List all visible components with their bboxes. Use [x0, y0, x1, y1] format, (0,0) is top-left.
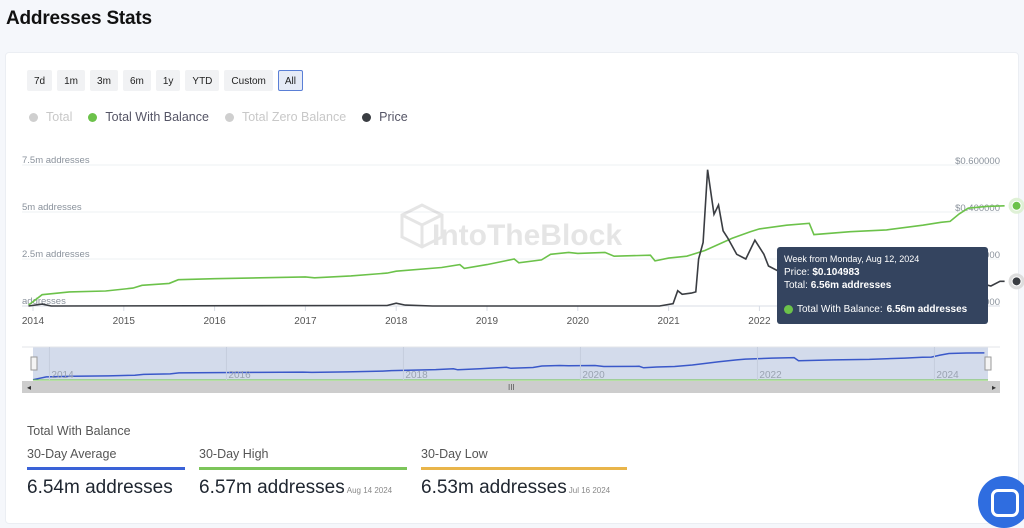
tooltip-total-value: 6.56m addresses	[810, 280, 892, 291]
tooltip-twb-label: Total With Balance:	[797, 304, 883, 315]
navigator-selection	[33, 347, 988, 380]
watermark-text: IntoTheBlock	[432, 219, 622, 252]
chat-button[interactable]	[978, 476, 1024, 528]
stat-30-day-high: 30-Day High 6.57m addresses Aug 14 2024	[199, 447, 407, 499]
stat-label: 30-Day Average	[27, 447, 185, 470]
page-title: Addresses Stats	[6, 8, 152, 29]
navigator-left-handle	[30, 356, 38, 371]
y-right-tick-label: $0.600000	[955, 156, 1000, 167]
y-left-tick-label: 7.5m addresses	[22, 155, 90, 166]
y-left-tick-label: 5m addresses	[22, 202, 82, 213]
scroll-left-arrow-icon: ◂	[27, 383, 31, 392]
tooltip-total-label: Total:	[784, 280, 811, 291]
navigator-tick-label: 2022	[759, 370, 782, 381]
hover-point	[1011, 276, 1022, 287]
x-tick-label: 2016	[203, 316, 226, 327]
legend-item-price[interactable]: Price	[362, 110, 408, 124]
legend-dot-icon	[362, 112, 372, 122]
chat-icon	[991, 489, 1019, 517]
range-7d-button[interactable]: 7d	[27, 70, 53, 91]
range-1y-button[interactable]: 1y	[155, 70, 181, 91]
range-3m-button[interactable]: 3m	[90, 70, 118, 91]
x-tick-label: 2021	[657, 316, 680, 327]
stat-30-day-average: 30-Day Average 6.54m addresses	[27, 447, 185, 499]
stat-30-day-low: 30-Day Low 6.53m addresses Jul 16 2024	[421, 447, 627, 499]
chart-tooltip: Week from Monday, Aug 12, 2024 Price: $0…	[777, 247, 988, 324]
stat-value: 6.57m addresses	[199, 477, 345, 498]
range-ytd-button[interactable]: YTD	[185, 70, 220, 91]
stat-label: 30-Day High	[199, 447, 407, 470]
tooltip-header: Week from Monday, Aug 12, 2024	[784, 254, 920, 264]
stat-date: Jul 16 2024	[568, 486, 611, 495]
legend-dot-icon	[224, 112, 234, 122]
navigator-tick-label: 2014	[51, 370, 74, 381]
navigator-right-handle	[984, 356, 992, 371]
x-tick-label: 2018	[385, 316, 408, 327]
tooltip-dot-icon	[784, 305, 793, 314]
stats-title: Total With Balance	[27, 424, 131, 438]
legend-dot-icon	[88, 112, 98, 122]
legend-dot-icon	[29, 112, 38, 122]
stat-label: 30-Day Low	[421, 447, 627, 470]
legend-label: Total	[46, 110, 73, 124]
x-tick-label: 2014	[22, 316, 45, 327]
legend-item-total-zero-balance[interactable]: Total Zero Balance	[224, 110, 347, 124]
range-custom-button[interactable]: Custom	[224, 70, 273, 91]
hover-point	[1011, 200, 1022, 211]
y-left-tick-label: 2.5m addresses	[22, 249, 90, 260]
x-tick-label: 2019	[476, 316, 499, 327]
legend-label: Total Zero Balance	[241, 110, 347, 124]
chart-legend: Total Total With Balance Total Zero Bala…	[29, 110, 408, 124]
navigator-tick-label: 2016	[228, 370, 251, 381]
tooltip-price-label: Price:	[784, 267, 813, 278]
range-1m-button[interactable]: 1m	[57, 70, 86, 91]
stat-value: 6.53m addresses	[421, 477, 567, 498]
scrollbar-grip-icon: III	[508, 383, 515, 392]
legend-item-total-with-balance[interactable]: Total With Balance	[88, 110, 209, 124]
legend-label: Price	[379, 110, 408, 124]
navigator-tick-label: 2020	[582, 370, 605, 381]
range-selector: 7d 1m 3m 6m 1y YTD Custom All	[27, 70, 303, 91]
navigator-tick-label: 2024	[936, 370, 959, 381]
range-all-button[interactable]: All	[277, 70, 303, 91]
x-tick-label: 2017	[294, 316, 317, 327]
x-tick-label: 2022	[748, 316, 771, 327]
scroll-right-arrow-icon: ▸	[992, 383, 996, 392]
navigator-tick-label: 2018	[405, 370, 428, 381]
navigator[interactable]: 2014 2016 2018 2020 2022 2024 ◂ ▸ III	[0, 340, 1024, 400]
legend-item-total[interactable]: Total	[29, 110, 72, 124]
range-6m-button[interactable]: 6m	[122, 70, 151, 91]
x-tick-label: 2020	[567, 316, 590, 327]
x-tick-label: 2015	[113, 316, 136, 327]
tooltip-twb-value: 6.56m addresses	[886, 304, 968, 315]
stat-date: Aug 14 2024	[346, 486, 393, 495]
stat-value: 6.54m addresses	[27, 477, 173, 498]
tooltip-price-value: $0.104983	[812, 267, 860, 278]
legend-label: Total With Balance	[105, 110, 209, 124]
